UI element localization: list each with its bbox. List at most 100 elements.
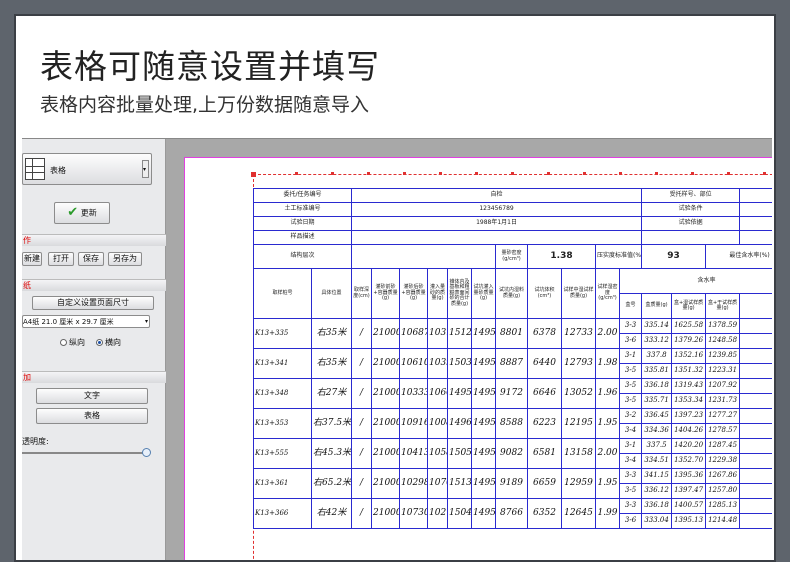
cell-density[interactable]: 1.96 xyxy=(595,378,620,409)
cell-vol[interactable]: 6352 xyxy=(527,498,562,529)
cell-box[interactable]: 1379.26 xyxy=(671,333,707,349)
table-row[interactable]: K13+341右35米/2100010610103901503149588876… xyxy=(253,348,772,379)
cell-box[interactable]: 1267.86 xyxy=(705,468,741,484)
cell-fill[interactable]: 10667 xyxy=(427,378,448,409)
table-row[interactable]: K13+348右27米/2100010333106671495149591726… xyxy=(253,378,772,409)
cell-vol[interactable]: 6659 xyxy=(527,468,562,499)
cell-box[interactable]: 3-3 xyxy=(618,318,643,334)
cell-box[interactable]: 3-6 xyxy=(618,513,643,529)
cell-station[interactable]: K13+353 xyxy=(253,408,312,439)
column-handle[interactable] xyxy=(331,172,334,175)
cell-wet[interactable]: 8588 xyxy=(495,408,528,439)
cell-box[interactable]: 337.8 xyxy=(641,348,673,364)
cell-fill[interactable]: 10587 xyxy=(427,438,448,469)
cell-fill[interactable]: 10084 xyxy=(427,408,448,439)
cell-after[interactable]: 10687 xyxy=(399,318,428,349)
cell-box[interactable]: 1625.58 xyxy=(671,318,707,334)
cell-box[interactable]: 3-3 xyxy=(618,468,643,484)
cell-box[interactable]: 334.36 xyxy=(641,423,673,439)
cell-box[interactable]: 3-6 xyxy=(618,333,643,349)
cell-station[interactable]: K13+335 xyxy=(253,318,312,349)
data-table-container[interactable]: 委托/任务编号 自检 受托样号、部位 土工标准编号 123456789 试验条件 试验日期 1… xyxy=(253,188,772,560)
cell-before[interactable]: 21000 xyxy=(371,498,400,529)
cell-box[interactable]: 1400.57 xyxy=(671,498,707,514)
info-right-value[interactable] xyxy=(739,202,772,217)
table-row[interactable]: K13+335右35米/2100010687103131512149588016… xyxy=(253,318,772,349)
open-button[interactable]: 打开 xyxy=(48,252,74,266)
info-value[interactable]: 123456789 xyxy=(350,202,643,217)
column-handle[interactable] xyxy=(763,172,766,175)
cell-density[interactable]: 2.00 xyxy=(595,318,620,349)
cell-sample[interactable]: 13052 xyxy=(561,378,596,409)
cell-box[interactable]: 335.14 xyxy=(641,318,673,334)
cell-station[interactable]: K13+348 xyxy=(253,378,312,409)
cell-after[interactable]: 10610 xyxy=(399,348,428,379)
info-value[interactable] xyxy=(350,230,643,245)
table-row[interactable]: K13+366右42米/2100010730102701504149587666… xyxy=(253,498,772,529)
cell-pos[interactable]: 右35米 xyxy=(311,318,352,349)
table-row[interactable]: K13+555右45.3米/21000104131058715051495908… xyxy=(253,438,772,469)
param-blank[interactable] xyxy=(351,244,496,269)
cell-depth[interactable]: / xyxy=(351,378,372,409)
cell-box[interactable]: 1229.38 xyxy=(705,453,741,469)
cell-after[interactable]: 10333 xyxy=(399,378,428,409)
cell-box[interactable]: 336.18 xyxy=(641,498,673,514)
cell-density[interactable]: 1.95 xyxy=(595,468,620,499)
cell-pos[interactable]: 右27米 xyxy=(311,378,352,409)
column-handle[interactable] xyxy=(547,172,550,175)
cell-pos[interactable]: 右42米 xyxy=(311,498,352,529)
add-text-button[interactable]: 文字 xyxy=(36,388,148,404)
cell-density[interactable]: 2.00 xyxy=(595,438,620,469)
update-button[interactable]: ✔ 更新 xyxy=(54,202,110,224)
cell-depth[interactable]: / xyxy=(351,348,372,379)
cell-box[interactable]: 1352.16 xyxy=(671,348,707,364)
column-handle[interactable] xyxy=(475,172,478,175)
cell-wet[interactable]: 9189 xyxy=(495,468,528,499)
cell-box-extra[interactable] xyxy=(739,378,772,394)
cell-box[interactable]: 1248.58 xyxy=(705,333,741,349)
cell-after[interactable]: 10730 xyxy=(399,498,428,529)
column-handle[interactable] xyxy=(439,172,442,175)
new-button[interactable]: 新建 xyxy=(22,252,42,266)
cell-cone[interactable]: 1504 xyxy=(447,498,472,529)
cell-box-extra[interactable] xyxy=(739,318,772,334)
cell-box-extra[interactable] xyxy=(739,438,772,454)
cell-box[interactable]: 1395.13 xyxy=(671,513,707,529)
landscape-radio[interactable]: 横向 xyxy=(96,337,121,348)
cell-box[interactable]: 1395.36 xyxy=(671,468,707,484)
cell-station[interactable]: K13+366 xyxy=(253,498,312,529)
cell-box[interactable]: 3-5 xyxy=(618,393,643,409)
save-button[interactable]: 保存 xyxy=(78,252,104,266)
column-handle[interactable] xyxy=(511,172,514,175)
cell-box-extra[interactable] xyxy=(739,453,772,469)
cell-box[interactable]: 1277.27 xyxy=(705,408,741,424)
cell-vol[interactable]: 6581 xyxy=(527,438,562,469)
cell-wet[interactable]: 8766 xyxy=(495,498,528,529)
cell-pit[interactable]: 1495 xyxy=(471,468,496,499)
cell-pit[interactable]: 1495 xyxy=(471,438,496,469)
cell-box[interactable]: 1319.43 xyxy=(671,378,707,394)
info-right-value[interactable] xyxy=(739,216,772,231)
cell-box-extra[interactable] xyxy=(739,348,772,364)
cell-after[interactable]: 10916 xyxy=(399,408,428,439)
column-handle[interactable] xyxy=(403,172,406,175)
cell-pit[interactable]: 1495 xyxy=(471,378,496,409)
cell-box-extra[interactable] xyxy=(739,363,772,379)
cell-box[interactable]: 333.12 xyxy=(641,333,673,349)
column-handle[interactable] xyxy=(295,172,298,175)
save-as-button[interactable]: 另存为 xyxy=(108,252,142,266)
cell-box[interactable]: 1420.20 xyxy=(671,438,707,454)
cell-box[interactable]: 1397.23 xyxy=(671,408,707,424)
cell-box[interactable]: 3-2 xyxy=(618,408,643,424)
column-handle[interactable] xyxy=(583,172,586,175)
cell-pit[interactable]: 1495 xyxy=(471,408,496,439)
cell-depth[interactable]: / xyxy=(351,468,372,499)
cell-cone[interactable]: 1512 xyxy=(447,318,472,349)
cell-box[interactable]: 1207.92 xyxy=(705,378,741,394)
cell-before[interactable]: 21000 xyxy=(371,378,400,409)
cell-box[interactable]: 336.18 xyxy=(641,378,673,394)
cell-box[interactable]: 1353.34 xyxy=(671,393,707,409)
cell-depth[interactable]: / xyxy=(351,438,372,469)
cell-before[interactable]: 21000 xyxy=(371,318,400,349)
design-canvas[interactable]: 委托/任务编号 自检 受托样号、部位 土工标准编号 123456789 试验条件 试验日期 1… xyxy=(166,139,772,560)
